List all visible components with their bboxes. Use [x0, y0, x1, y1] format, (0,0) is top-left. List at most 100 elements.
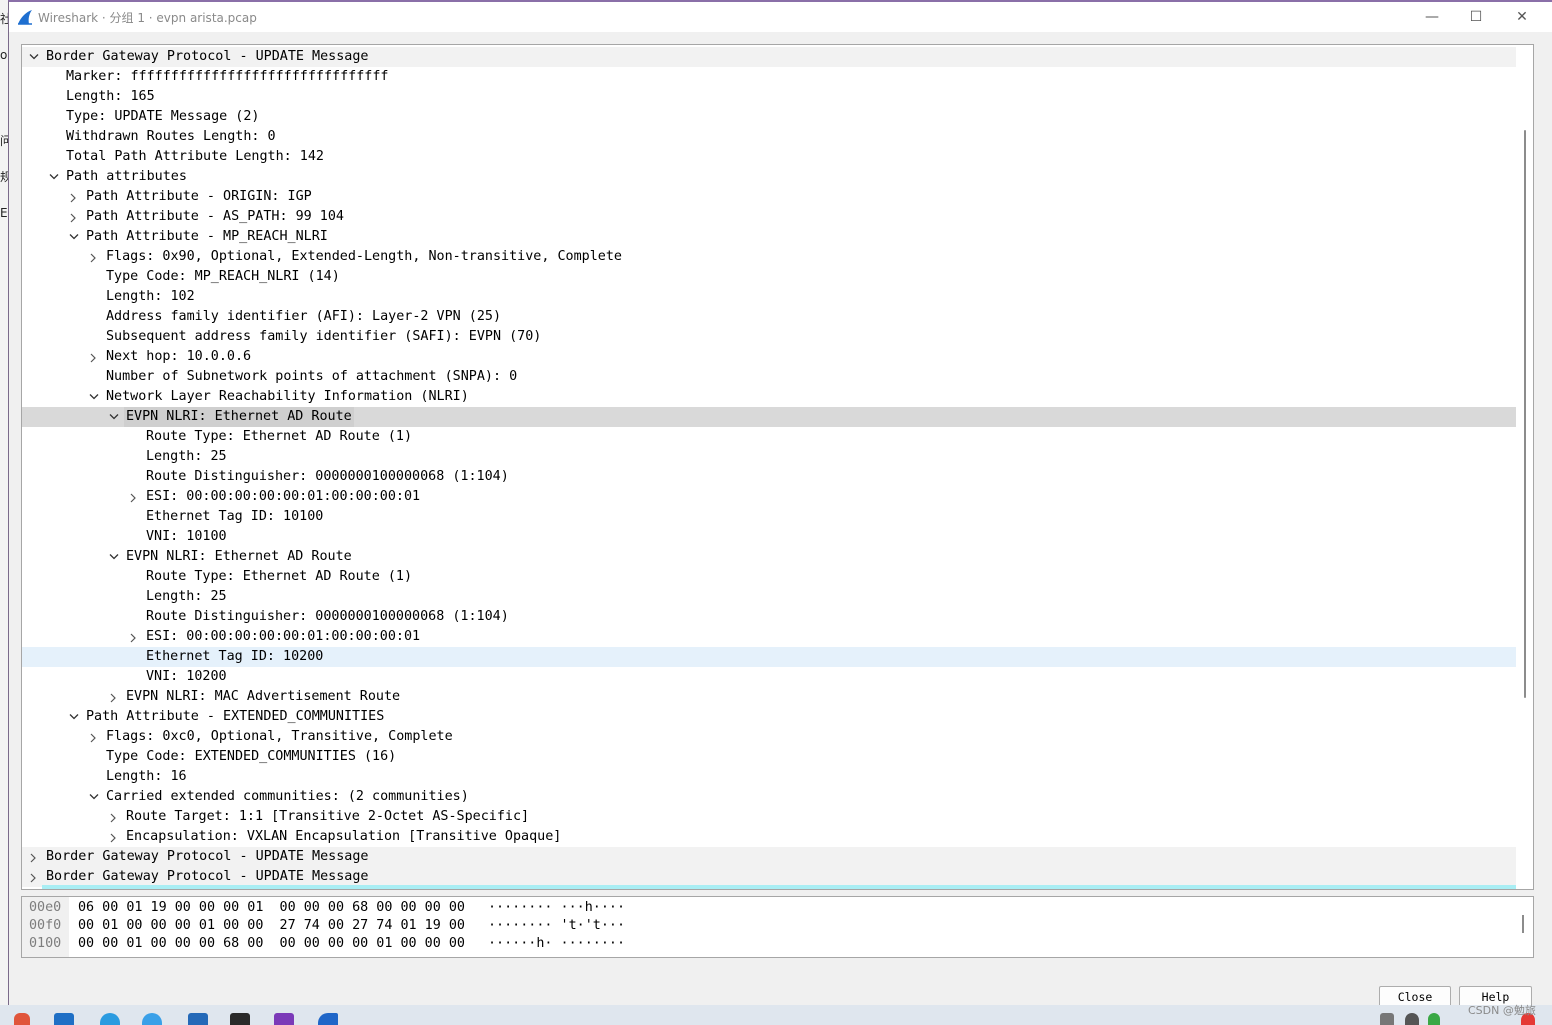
tree-row[interactable]: Border Gateway Protocol - UPDATE Message — [22, 847, 1516, 867]
tree-row[interactable]: Length: 16 — [22, 767, 1516, 787]
tree-row[interactable]: VNI: 10100 — [22, 527, 1516, 547]
chevron-right-icon[interactable] — [67, 207, 81, 227]
tree-row[interactable]: ESI: 00:00:00:00:00:01:00:00:00:01 — [22, 627, 1516, 647]
taskbar-terminal-icon[interactable] — [230, 1013, 250, 1025]
bytes-scrollbar-thumb[interactable] — [1522, 915, 1524, 933]
tree-row[interactable]: Encapsulation: VXLAN Encapsulation [Tran… — [22, 827, 1516, 847]
tree-row[interactable]: Flags: 0xc0, Optional, Transitive, Compl… — [22, 727, 1516, 747]
minimize-button[interactable]: — — [1412, 5, 1452, 29]
tree-row-label: Type Code: EXTENDED_COMMUNITIES (16) — [106, 749, 397, 764]
tree-row-label: Address family identifier (AFI): Layer-2… — [106, 309, 502, 324]
tree-row[interactable]: Flags: 0x90, Optional, Extended-Length, … — [22, 247, 1516, 267]
tree-row[interactable]: EVPN NLRI: Ethernet AD Route — [22, 547, 1516, 567]
taskbar-search-icon[interactable] — [142, 1013, 162, 1025]
tree-row[interactable]: Length: 102 — [22, 287, 1516, 307]
chevron-right-icon[interactable] — [107, 687, 121, 707]
tree-row[interactable]: Marker: ffffffffffffffffffffffffffffffff — [22, 67, 1516, 87]
tree-row[interactable]: Network Layer Reachability Information (… — [22, 387, 1516, 407]
tree-row[interactable]: EVPN NLRI: Ethernet AD Route — [22, 407, 1516, 427]
tree-row-label: Path Attribute - AS_PATH: 99 104 — [86, 209, 344, 224]
tree-row[interactable]: Length: 165 — [22, 87, 1516, 107]
tree-row[interactable]: Ethernet Tag ID: 10100 — [22, 507, 1516, 527]
chevron-down-icon[interactable] — [67, 707, 81, 727]
tree-row[interactable]: Type: UPDATE Message (2) — [22, 107, 1516, 127]
tree-row[interactable]: Border Gateway Protocol - UPDATE Message — [22, 47, 1516, 67]
chevron-right-icon[interactable] — [67, 187, 81, 207]
tree-row[interactable]: Path Attribute - ORIGIN: IGP — [22, 187, 1516, 207]
taskbar-mail-icon[interactable] — [188, 1013, 208, 1025]
hex-ascii[interactable]: ······h· ········ — [488, 935, 625, 953]
tree-row-label: EVPN NLRI: Ethernet AD Route — [126, 549, 352, 564]
taskbar-wireshark-icon[interactable] — [318, 1013, 338, 1025]
tree-row[interactable]: Carried extended communities: (2 communi… — [22, 787, 1516, 807]
packet-bytes-pane[interactable]: 00e0 06 00 01 19 00 00 00 01 00 00 00 68 … — [21, 896, 1534, 958]
hex-ascii[interactable]: ········ 't·'t··· — [488, 917, 625, 935]
chevron-right-icon[interactable] — [127, 627, 141, 647]
tree-row-label: EVPN NLRI: MAC Advertisement Route — [126, 689, 401, 704]
tree-row[interactable]: Route Type: Ethernet AD Route (1) — [22, 427, 1516, 447]
tree-row-label: Type: UPDATE Message (2) — [66, 109, 260, 124]
chevron-right-icon[interactable] — [27, 867, 41, 887]
tree-row[interactable]: Type Code: MP_REACH_NLRI (14) — [22, 267, 1516, 287]
tray-network-icon[interactable] — [1380, 1013, 1394, 1025]
close-window-button[interactable]: ✕ — [1502, 5, 1542, 29]
taskbar-windows-icon[interactable] — [54, 1013, 74, 1025]
chevron-down-icon[interactable] — [67, 227, 81, 247]
tree-row[interactable]: Withdrawn Routes Length: 0 — [22, 127, 1516, 147]
chevron-down-icon[interactable] — [107, 547, 121, 567]
hex-bytes[interactable]: 06 00 01 19 00 00 00 01 00 00 00 68 00 0… — [78, 899, 465, 917]
tree-row[interactable]: Border Gateway Protocol - UPDATE Message — [22, 867, 1516, 887]
chevron-down-icon[interactable] — [87, 787, 101, 807]
tree-scrollbar[interactable] — [1517, 45, 1533, 889]
tree-row[interactable]: Next hop: 10.0.0.6 — [22, 347, 1516, 367]
tree-row[interactable]: Subsequent address family identifier (SA… — [22, 327, 1516, 347]
tree-row-label: Border Gateway Protocol - UPDATE Message — [46, 849, 369, 864]
tray-sync-icon[interactable] — [1405, 1013, 1419, 1025]
tree-row[interactable]: Length: 25 — [22, 587, 1516, 607]
taskbar-app-icon[interactable] — [14, 1013, 30, 1025]
tree-row[interactable]: Path attributes — [22, 167, 1516, 187]
chevron-right-icon[interactable] — [87, 347, 101, 367]
tree-row[interactable]: Length: 25 — [22, 447, 1516, 467]
tree-row[interactable]: Path Attribute - AS_PATH: 99 104 — [22, 207, 1516, 227]
chevron-down-icon[interactable] — [107, 407, 121, 427]
tree-row[interactable]: Address family identifier (AFI): Layer-2… — [22, 307, 1516, 327]
packet-details-tree[interactable]: Border Gateway Protocol - UPDATE Message… — [21, 44, 1534, 890]
maximize-button[interactable]: ☐ — [1456, 5, 1496, 29]
tree-row-label: Path Attribute - ORIGIN: IGP — [86, 189, 312, 204]
tree-row[interactable]: EVPN NLRI: MAC Advertisement Route — [22, 687, 1516, 707]
tree-row[interactable]: Route Target: 1:1 [Transitive 2-Octet AS… — [22, 807, 1516, 827]
tree-row-label: Withdrawn Routes Length: 0 — [66, 129, 276, 144]
chevron-down-icon[interactable] — [47, 167, 61, 187]
taskbar-edge-icon[interactable] — [100, 1013, 120, 1025]
tree-row[interactable]: Route Distinguisher: 0000000100000068 (1… — [22, 467, 1516, 487]
hex-ascii[interactable]: ········ ···h···· — [488, 899, 625, 917]
tree-scrollbar-thumb[interactable] — [1524, 130, 1526, 698]
taskbar-onenote-icon[interactable] — [274, 1013, 294, 1025]
tree-row[interactable]: Number of Subnetwork points of attachmen… — [22, 367, 1516, 387]
tree-row-label: Number of Subnetwork points of attachmen… — [106, 369, 518, 384]
tree-row[interactable]: Total Path Attribute Length: 142 — [22, 147, 1516, 167]
tree-row[interactable]: Ethernet Tag ID: 10200 — [22, 647, 1516, 667]
tree-row[interactable]: Route Distinguisher: 0000000100000068 (1… — [22, 607, 1516, 627]
tree-row[interactable]: Route Type: Ethernet AD Route (1) — [22, 567, 1516, 587]
tree-row[interactable]: Path Attribute - MP_REACH_NLRI — [22, 227, 1516, 247]
chevron-down-icon[interactable] — [87, 387, 101, 407]
tree-row-label: Length: 25 — [146, 449, 227, 464]
chevron-right-icon[interactable] — [107, 827, 121, 847]
chevron-right-icon[interactable] — [107, 807, 121, 827]
tree-row[interactable]: Type Code: EXTENDED_COMMUNITIES (16) — [22, 747, 1516, 767]
chevron-down-icon[interactable] — [27, 47, 41, 67]
tray-status-icon[interactable] — [1428, 1013, 1440, 1025]
hex-bytes[interactable]: 00 01 00 00 00 01 00 00 27 74 00 27 74 0… — [78, 917, 465, 935]
tree-row[interactable]: VNI: 10200 — [22, 667, 1516, 687]
tree-row[interactable]: ESI: 00:00:00:00:00:01:00:00:00:01 — [22, 487, 1516, 507]
chevron-right-icon[interactable] — [127, 487, 141, 507]
chevron-right-icon[interactable] — [87, 727, 101, 747]
hex-bytes[interactable]: 00 00 01 00 00 00 68 00 00 00 00 00 01 0… — [78, 935, 465, 953]
tree-row-label: VNI: 10100 — [146, 529, 227, 544]
tree-row-label: Route Target: 1:1 [Transitive 2-Octet AS… — [126, 809, 530, 824]
chevron-right-icon[interactable] — [87, 247, 101, 267]
chevron-right-icon[interactable] — [27, 847, 41, 867]
tree-row[interactable]: Path Attribute - EXTENDED_COMMUNITIES — [22, 707, 1516, 727]
